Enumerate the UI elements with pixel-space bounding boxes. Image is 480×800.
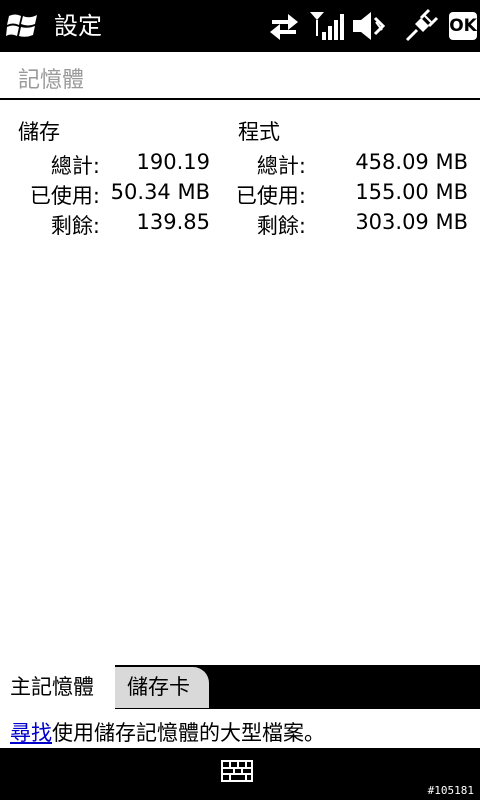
program-used-label: 已使用: [235,184,306,208]
tab-storage-card[interactable]: 儲存卡 [115,667,209,708]
program-free-label: 剩餘: [256,214,306,238]
storage-total-label: 總計: [50,154,100,178]
speaker-muted-icon[interactable] [351,8,385,44]
program-column-title: 程式 [238,120,280,144]
storage-column-title: 儲存 [18,120,60,144]
app-title: 設定 [54,12,102,40]
find-link[interactable]: 尋找 [10,721,52,745]
signal-strength-icon[interactable] [308,8,346,44]
keyboard-icon[interactable] [221,760,253,782]
sync-arrows-icon[interactable] [268,8,300,44]
storage-used-value: 50.34 MB [110,180,210,204]
program-total-value: 458.09 MB [355,150,468,174]
storage-free-value: 139.85 [136,210,210,234]
build-tag: #105181 [427,784,474,797]
storage-used-label: 已使用: [29,184,100,208]
program-free-value: 303.09 MB [355,210,468,234]
program-used-value: 155.00 MB [355,180,468,204]
page-header: 記憶體 [0,52,480,100]
tab-main-memory[interactable]: 主記憶體 [0,665,115,710]
program-total-label: 總計: [256,154,306,178]
title-bar: 設定 OK [0,0,480,52]
ok-button[interactable]: OK [449,12,477,40]
footer-hint-text: 使用儲存記憶體的大型檔案。 [52,721,325,745]
footer-hint: 尋找使用儲存記憶體的大型檔案。 [10,717,325,747]
storage-total-value: 190.19 [136,150,210,174]
page-title: 記憶體 [18,68,85,93]
power-plug-icon[interactable] [403,8,439,44]
storage-free-label: 剩餘: [50,214,100,238]
windows-start-icon[interactable] [6,10,40,42]
